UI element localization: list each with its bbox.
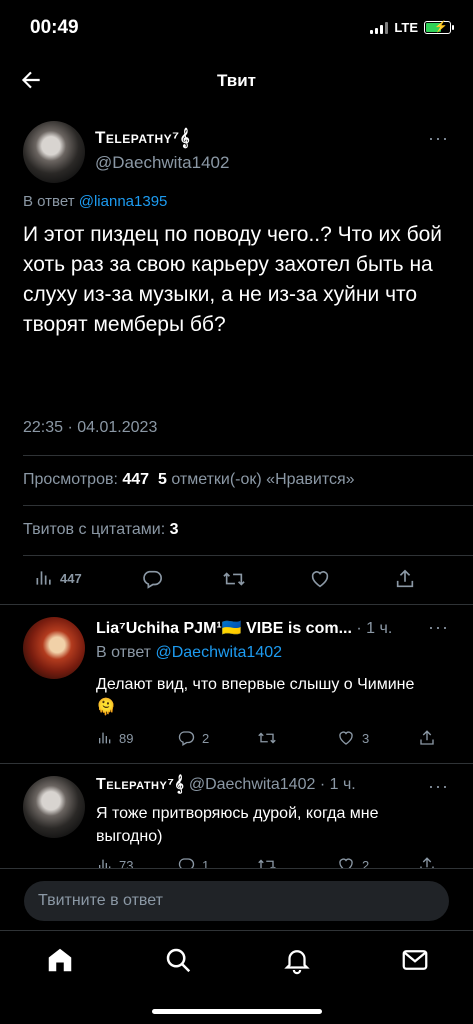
- retweet-button[interactable]: [256, 729, 278, 747]
- compose-bar: [0, 868, 473, 930]
- views-button[interactable]: 447: [34, 568, 82, 588]
- avatar[interactable]: [23, 776, 85, 838]
- reply-context: В ответ @lianna1395: [23, 193, 167, 210]
- tweet-text: И этот пиздец по поводу чего..? Что их б…: [23, 223, 443, 336]
- retweet-button[interactable]: [221, 568, 247, 590]
- quotes-label: Твитов с цитатами:: [23, 521, 166, 538]
- share-button[interactable]: [394, 568, 416, 590]
- heart-icon: [339, 731, 353, 745]
- divider: [0, 763, 473, 764]
- home-icon[interactable]: [45, 945, 75, 975]
- reply-text: Делают вид, что впервые слышу о Чимине 🫠: [96, 676, 415, 716]
- author-name[interactable]: Telepathy⁷𝄞: [95, 128, 190, 148]
- reply-button[interactable]: 2: [176, 729, 209, 747]
- status-bar: 00:49 LTE ⚡: [0, 0, 473, 56]
- quotes-count: 3: [169, 521, 179, 538]
- battery-icon: ⚡: [424, 21, 454, 34]
- views-count: 89: [119, 730, 134, 746]
- avatar[interactable]: [23, 617, 85, 679]
- reply-header: Telepathy⁷𝄞 @Daechwita1402 · 1 ч.: [96, 776, 356, 794]
- author-name[interactable]: Telepathy⁷𝄞: [96, 776, 184, 793]
- tweet-actions: 447: [0, 566, 473, 596]
- quotes-stats[interactable]: Твитов с цитатами: 3: [23, 521, 179, 539]
- share-icon: [396, 569, 414, 588]
- reply-count: 2: [202, 730, 210, 746]
- page-title: Твит: [217, 71, 256, 90]
- likes-label[interactable]: отметки(-ок) «Нравится»: [171, 471, 354, 488]
- reply-text: Я тоже притворяюсь дурой, когда мне выго…: [96, 805, 379, 845]
- bell-icon[interactable]: [282, 945, 312, 975]
- like-count: 3: [362, 730, 370, 746]
- compose-box[interactable]: [24, 881, 449, 921]
- heart-icon: [311, 571, 329, 588]
- reply-to-link[interactable]: @Daechwita1402: [155, 644, 282, 661]
- reply-actions: 89 2 3: [0, 727, 473, 757]
- author-name[interactable]: Lia⁷Uchiha PJM¹🇺🇦 VIBE is com...: [96, 620, 352, 637]
- reply-to-link[interactable]: @lianna1395: [79, 193, 168, 210]
- views-count[interactable]: 447: [122, 471, 149, 488]
- likes-count[interactable]: 5: [158, 471, 167, 488]
- reply-button[interactable]: [140, 568, 164, 590]
- views-count: 447: [60, 570, 82, 586]
- divider: [0, 604, 473, 605]
- reply-header: Lia⁷Uchiha PJM¹🇺🇦 VIBE is com... · 1 ч.: [96, 618, 392, 638]
- divider: [23, 505, 473, 506]
- tab-bar: [0, 930, 473, 1024]
- more-dots-icon[interactable]: ···: [428, 776, 449, 797]
- more-dots-icon[interactable]: ···: [428, 128, 449, 149]
- views-label: Просмотров:: [23, 471, 118, 488]
- author-handle[interactable]: @Daechwita1402: [189, 776, 316, 793]
- reply-time: · 1 ч.: [319, 776, 356, 793]
- bar-chart-icon: [99, 732, 111, 744]
- avatar[interactable]: [23, 121, 85, 183]
- network-label: LTE: [394, 20, 418, 35]
- envelope-icon[interactable]: [400, 945, 430, 975]
- divider: [23, 555, 473, 556]
- status-icons: LTE ⚡: [370, 20, 454, 35]
- reply-prefix: В ответ: [96, 644, 152, 661]
- views-button[interactable]: 89: [97, 730, 133, 746]
- share-icon: [420, 730, 434, 745]
- bar-chart-icon: [36, 571, 51, 585]
- speech-bubble-icon: [178, 731, 195, 746]
- views-likes-stats: Просмотров: 447 5 отметки(-ок) «Нравится…: [23, 471, 355, 489]
- like-button[interactable]: [308, 568, 332, 590]
- status-time: 00:49: [30, 17, 79, 38]
- reply-input[interactable]: [24, 881, 449, 921]
- retweet-icon: [223, 572, 245, 586]
- reply-context: В ответ @Daechwita1402: [96, 644, 282, 662]
- nav-bar: Твит: [0, 56, 473, 106]
- share-button[interactable]: [418, 729, 436, 747]
- reply-time: · 1 ч.: [356, 620, 393, 637]
- author-handle[interactable]: @Daechwita1402: [95, 153, 229, 173]
- speech-bubble-icon: [143, 570, 162, 589]
- search-icon[interactable]: [163, 945, 193, 975]
- retweet-icon: [258, 732, 276, 744]
- home-indicator: [152, 1009, 322, 1014]
- tweet-timestamp[interactable]: 22:35 · 04.01.2023: [23, 419, 157, 437]
- like-button[interactable]: 3: [336, 729, 369, 747]
- divider: [23, 455, 473, 456]
- signal-icon: [370, 21, 389, 34]
- reply-prefix: В ответ: [23, 193, 75, 210]
- more-dots-icon[interactable]: ···: [428, 617, 449, 638]
